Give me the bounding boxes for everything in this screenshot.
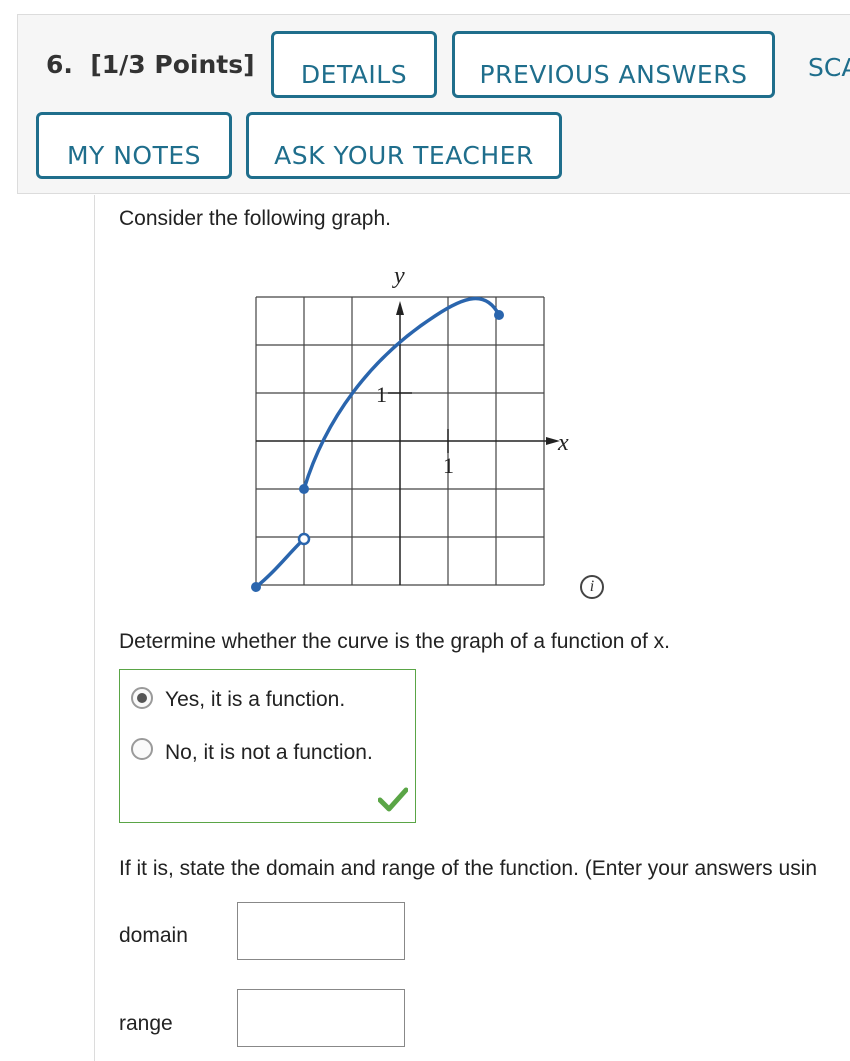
lower-start-point <box>251 582 261 592</box>
question-number: 6. <box>46 50 73 79</box>
previous-answers-button-label: PREVIOUS ANSWERS <box>479 60 748 89</box>
domain-label: domain <box>119 924 188 947</box>
yes-option-label[interactable]: Yes, it is a function. <box>165 688 345 712</box>
yes-radio[interactable] <box>131 687 153 709</box>
range-input[interactable] <box>237 989 405 1047</box>
details-button[interactable]: DETAILS <box>271 31 437 98</box>
no-option-label[interactable]: No, it is not a function. <box>165 741 373 765</box>
y-axis-arrow <box>396 301 404 315</box>
range-label: range <box>119 1012 173 1035</box>
details-button-label: DETAILS <box>300 60 408 89</box>
question-header: 6. [1/3 Points] DETAILS PREVIOUS ANSWERS… <box>17 14 850 194</box>
question-points: [1/3 Points] <box>90 50 255 79</box>
answer-choices-box: Yes, it is a function. No, it is not a f… <box>119 669 416 823</box>
question-title: 6. [1/3 Points] <box>46 50 255 79</box>
intro-text: Consider the following graph. <box>119 207 391 230</box>
lower-curve-segment <box>254 537 306 589</box>
domain-input[interactable] <box>237 902 405 960</box>
function-graph: x y 1 1 <box>230 250 590 615</box>
x-axis-label: x <box>557 430 569 456</box>
scalc-button[interactable]: SCA <box>808 53 850 82</box>
upper-curve-segment <box>302 296 501 490</box>
y-tick-label: 1 <box>376 382 387 407</box>
upper-closed-startpoint <box>299 484 309 494</box>
previous-answers-button[interactable]: PREVIOUS ANSWERS <box>452 31 775 98</box>
domain-range-instructions: If it is, state the domain and range of … <box>119 857 818 880</box>
x-tick-label: 1 <box>443 453 454 478</box>
info-icon[interactable]: i <box>580 575 604 599</box>
no-radio[interactable] <box>131 738 153 760</box>
question-function-text: Determine whether the curve is the graph… <box>119 630 670 653</box>
my-notes-button[interactable]: MY NOTES <box>36 112 232 179</box>
y-axis-label: y <box>392 263 405 289</box>
ask-teacher-button[interactable]: ASK YOUR TEACHER <box>246 112 562 179</box>
lower-open-endpoint <box>297 532 311 546</box>
my-notes-button-label: MY NOTES <box>66 141 202 170</box>
checkmark-icon <box>378 787 408 812</box>
content-divider <box>94 195 95 1061</box>
upper-end-point <box>494 310 504 320</box>
ask-teacher-button-label: ASK YOUR TEACHER <box>274 141 534 170</box>
